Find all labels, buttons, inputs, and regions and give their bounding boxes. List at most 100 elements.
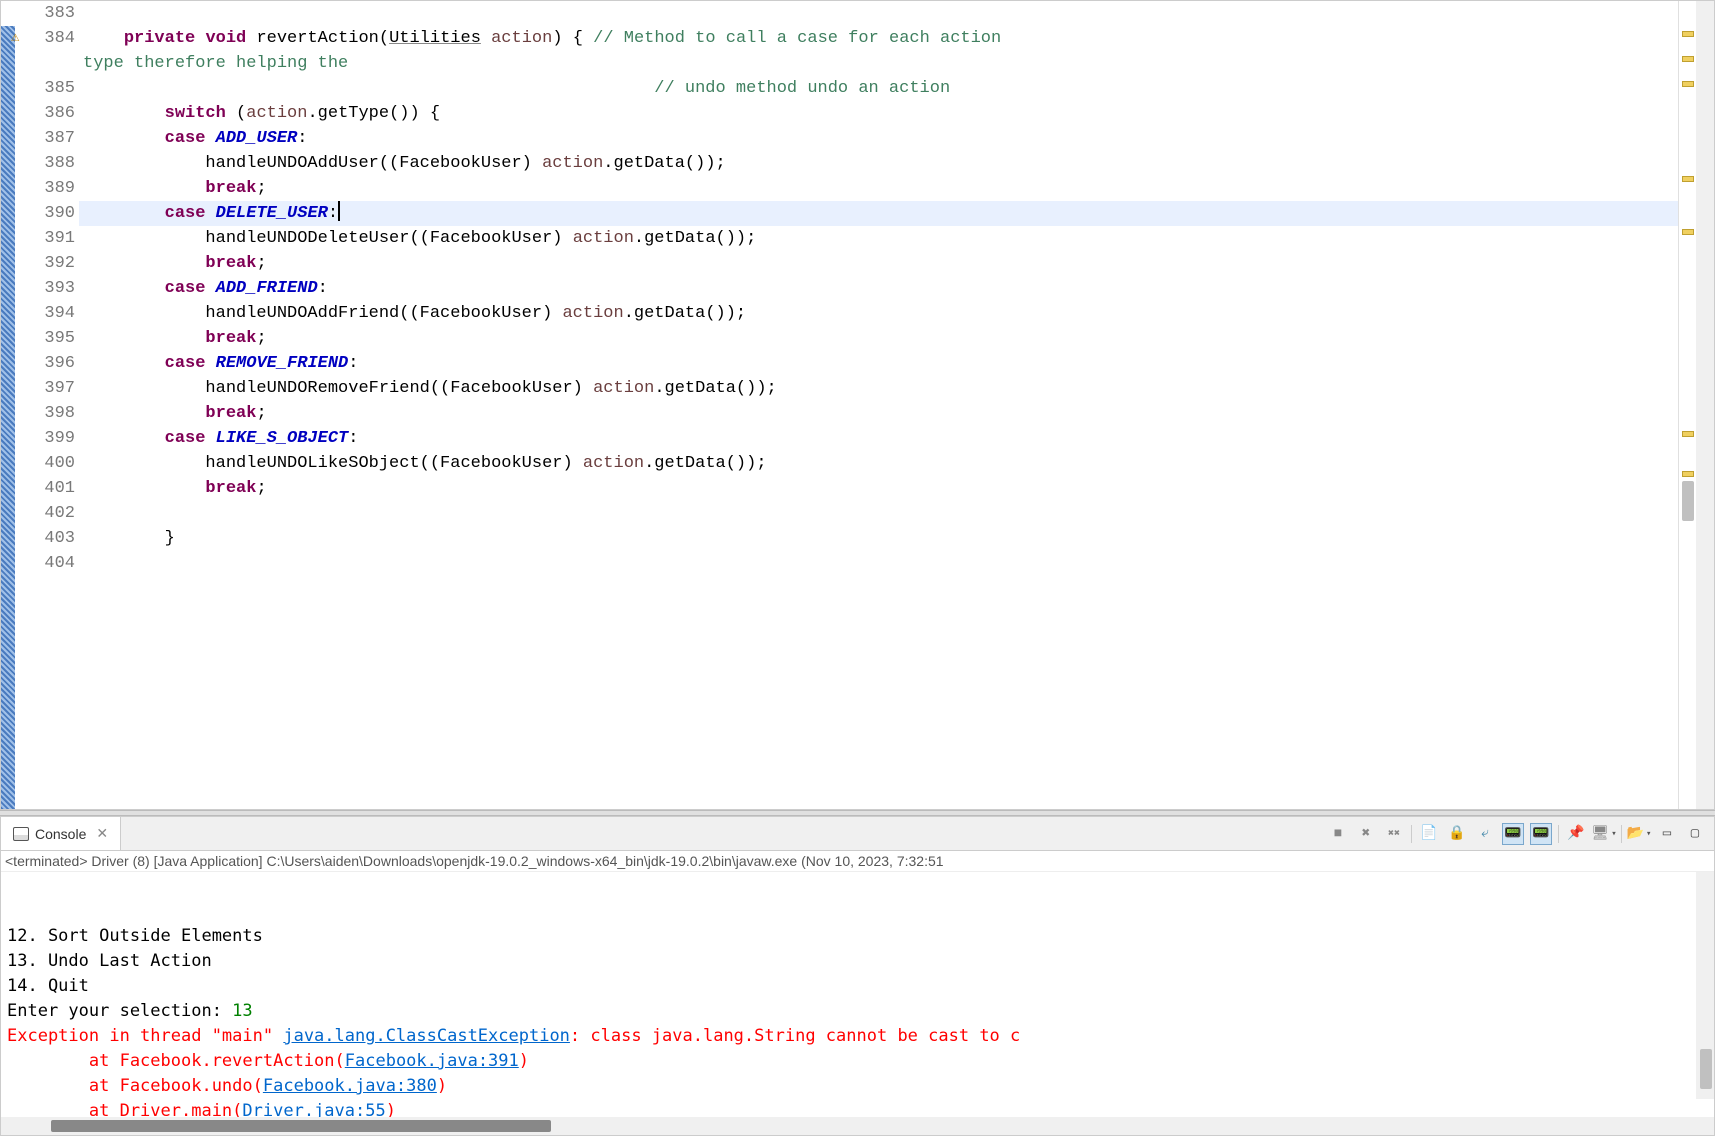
clear-console-button[interactable]: 📄	[1418, 823, 1440, 845]
pin-console-button[interactable]: 📌	[1565, 823, 1587, 845]
code-line[interactable]: break;	[79, 251, 1678, 276]
line-number[interactable]: 396	[29, 351, 75, 376]
warning-marker[interactable]	[1682, 471, 1694, 477]
code-line[interactable]: }	[79, 526, 1678, 551]
console-vscrollbar[interactable]	[1696, 872, 1714, 1099]
line-number[interactable]: 395	[29, 326, 75, 351]
code-line[interactable]: handleUNDOLikeSObject((FacebookUser) act…	[79, 451, 1678, 476]
line-number[interactable]: 402	[29, 501, 75, 526]
terminate-button[interactable]: ■	[1327, 823, 1349, 845]
line-number[interactable]: 399	[29, 426, 75, 451]
line-number[interactable]: 387	[29, 126, 75, 151]
editor-vscrollbar[interactable]	[1696, 1, 1714, 809]
maximize-button[interactable]: ▢	[1684, 823, 1706, 845]
console-line: 14. Quit	[7, 974, 1708, 999]
line-number[interactable]: 400	[29, 451, 75, 476]
console-tab-label: Console	[35, 826, 86, 842]
code-line[interactable]: break;	[79, 176, 1678, 201]
change-stripe	[1, 26, 15, 809]
warning-marker[interactable]	[1682, 81, 1694, 87]
console-tabbar: Console ✕ ■✖✖✖📄🔒⤶📟📟📌🖥📂▭▢	[1, 817, 1714, 851]
open-console-icon: 📂	[1627, 825, 1644, 842]
editor-scrollbar-thumb[interactable]	[1682, 481, 1694, 521]
scroll-lock-icon: 🔒	[1448, 825, 1465, 842]
line-number[interactable]: 391	[29, 226, 75, 251]
code-line[interactable]: handleUNDORemoveFriend((FacebookUser) ac…	[79, 376, 1678, 401]
warning-marker[interactable]	[1682, 31, 1694, 37]
line-number[interactable]: 383	[29, 1, 75, 26]
console-tab[interactable]: Console ✕	[1, 817, 121, 850]
console-hscroll-thumb[interactable]	[51, 1120, 551, 1132]
warning-marker[interactable]	[1682, 56, 1694, 62]
console-vscroll-thumb[interactable]	[1700, 1049, 1712, 1089]
left-margin	[1, 1, 29, 809]
show-console-on-err-button[interactable]: 📟	[1530, 823, 1552, 845]
close-icon[interactable]: ✕	[92, 825, 108, 842]
code-line[interactable]: // undo method undo an action	[79, 76, 1678, 101]
code-line[interactable]: handleUNDOAddUser((FacebookUser) action.…	[79, 151, 1678, 176]
code-line[interactable]	[79, 501, 1678, 526]
show-console-on-err-icon: 📟	[1532, 825, 1549, 842]
line-number[interactable]: 401	[29, 476, 75, 501]
code-line[interactable]: case REMOVE_FRIEND:	[79, 351, 1678, 376]
line-number[interactable]: 384	[29, 26, 75, 51]
line-number[interactable]: 403	[29, 526, 75, 551]
code-editor[interactable]: private void revertAction(Utilities acti…	[79, 1, 1678, 809]
maximize-icon: ▢	[1691, 825, 1699, 842]
code-line[interactable]: type therefore helping the	[79, 51, 1678, 76]
code-line[interactable]: handleUNDOAddFriend((FacebookUser) actio…	[79, 301, 1678, 326]
overview-ruler[interactable]	[1678, 1, 1696, 809]
toolbar-separator	[1411, 825, 1412, 843]
warning-marker[interactable]	[1682, 176, 1694, 182]
word-wrap-button[interactable]: ⤶	[1474, 823, 1496, 845]
code-line[interactable]: case ADD_FRIEND:	[79, 276, 1678, 301]
code-line[interactable]: switch (action.getType()) {	[79, 101, 1678, 126]
show-console-on-out-button[interactable]: 📟	[1502, 823, 1524, 845]
code-line[interactable]	[79, 551, 1678, 576]
line-number[interactable]: 388	[29, 151, 75, 176]
console-line: at Driver.main(Driver.java:55)	[7, 1099, 1708, 1117]
code-line[interactable]: break;	[79, 326, 1678, 351]
editor-panel: 383384 385386387388389390391392393394395…	[0, 0, 1715, 810]
scroll-lock-button[interactable]: 🔒	[1446, 823, 1468, 845]
line-number[interactable]: 390	[29, 201, 75, 226]
warning-marker[interactable]	[1682, 229, 1694, 235]
show-console-on-out-icon: 📟	[1504, 825, 1521, 842]
remove-launch-button[interactable]: ✖	[1355, 823, 1377, 845]
code-line[interactable]: handleUNDODeleteUser((FacebookUser) acti…	[79, 226, 1678, 251]
code-line[interactable]	[79, 1, 1678, 26]
console-hscrollbar[interactable]	[1, 1117, 1714, 1135]
line-number-gutter[interactable]: 383384 385386387388389390391392393394395…	[29, 1, 79, 809]
minimize-button[interactable]: ▭	[1656, 823, 1678, 845]
console-line: Exception in thread "main" java.lang.Cla…	[7, 1024, 1708, 1049]
line-number[interactable]: 386	[29, 101, 75, 126]
code-line[interactable]: case LIKE_S_OBJECT:	[79, 426, 1678, 451]
console-panel: Console ✕ ■✖✖✖📄🔒⤶📟📟📌🖥📂▭▢ <terminated> Dr…	[0, 816, 1715, 1136]
line-number[interactable]: 385	[29, 76, 75, 101]
code-line[interactable]: break;	[79, 401, 1678, 426]
remove-all-button[interactable]: ✖✖	[1383, 823, 1405, 845]
line-number[interactable]: 389	[29, 176, 75, 201]
console-line: 12. Sort Outside Elements	[7, 924, 1708, 949]
code-line[interactable]: case ADD_USER:	[79, 126, 1678, 151]
console-output[interactable]: 12. Sort Outside Elements13. Undo Last A…	[1, 872, 1714, 1117]
toolbar-separator	[1558, 825, 1559, 843]
line-number[interactable]: 404	[29, 551, 75, 576]
line-number[interactable]: 397	[29, 376, 75, 401]
clear-console-icon: 📄	[1420, 825, 1437, 842]
line-number[interactable]: 392	[29, 251, 75, 276]
minimize-icon: ▭	[1663, 825, 1671, 842]
display-selected-button[interactable]: 🖥	[1593, 823, 1615, 845]
code-line[interactable]: break;	[79, 476, 1678, 501]
word-wrap-icon: ⤶	[1481, 826, 1489, 842]
console-icon	[13, 827, 29, 841]
console-line: 13. Undo Last Action	[7, 949, 1708, 974]
code-line[interactable]: private void revertAction(Utilities acti…	[79, 26, 1678, 51]
line-number[interactable]: 394	[29, 301, 75, 326]
line-number[interactable]: 398	[29, 401, 75, 426]
open-console-button[interactable]: 📂	[1628, 823, 1650, 845]
console-process-header: <terminated> Driver (8) [Java Applicatio…	[1, 851, 1714, 872]
code-line[interactable]: case DELETE_USER:	[79, 201, 1678, 226]
warning-marker[interactable]	[1682, 431, 1694, 437]
line-number[interactable]: 393	[29, 276, 75, 301]
